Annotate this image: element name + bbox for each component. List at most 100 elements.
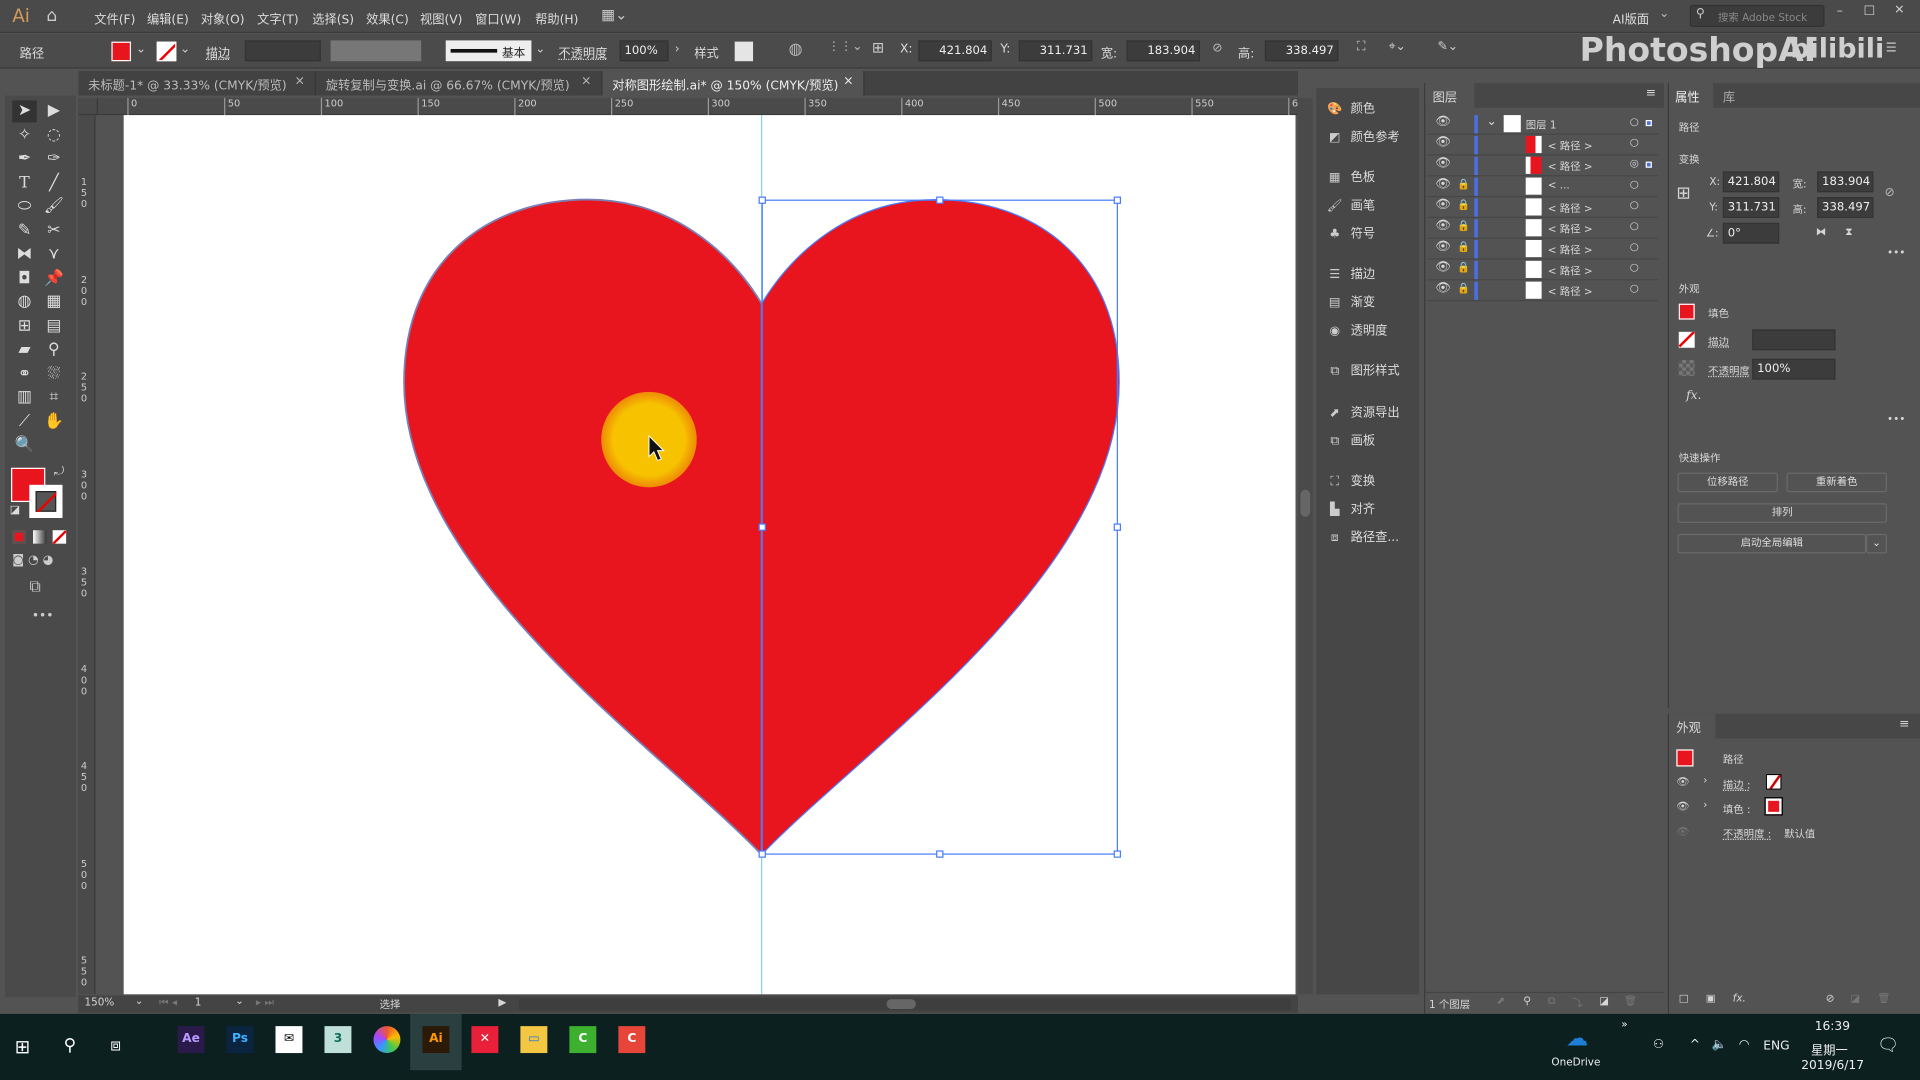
more-options-icon[interactable]: ••• [1887, 247, 1905, 259]
opacity-input[interactable]: 100% [1752, 359, 1835, 380]
chevron-right-icon[interactable]: › [1703, 775, 1707, 787]
menu-icon[interactable]: ☰ [1886, 42, 1897, 55]
eye-icon[interactable]: 👁 [1435, 282, 1451, 295]
chevron-down-icon[interactable]: ⌄ [135, 996, 144, 1008]
stroke-label[interactable]: 描边 [1708, 334, 1729, 349]
offset-path-button[interactable]: 位移路径 [1678, 473, 1778, 493]
eye-icon[interactable]: 👁 [1435, 115, 1451, 128]
layer-name[interactable]: < 路径 > [1548, 159, 1593, 174]
heart-right-half[interactable] [762, 200, 1120, 855]
recolor-button[interactable]: 重新着色 [1787, 473, 1887, 493]
height-input[interactable]: 338.497 [1817, 197, 1873, 218]
chevron-down-icon[interactable]: ⌄ [235, 996, 244, 1008]
layer-name[interactable]: < 路径 > [1548, 263, 1593, 278]
layer-row[interactable]: 👁 ⌄ 图层 1 ○ [1428, 114, 1658, 135]
stroke-weight-stepper[interactable] [1752, 329, 1835, 350]
eye-icon[interactable]: 👁 [1435, 261, 1451, 274]
reference-point-icon[interactable]: ⊞ [1676, 184, 1690, 204]
layer-name[interactable]: < ... [1548, 180, 1570, 192]
selection-indicator[interactable] [1646, 120, 1652, 126]
dock-item-stroke[interactable]: ☰ 描边 [1326, 263, 1375, 281]
flip-horizontal-icon[interactable]: ⧓ [1816, 227, 1826, 239]
trash-icon[interactable]: 🗑 [1624, 996, 1637, 1008]
dock-item-color-guide[interactable]: ◩ 颜色参考 [1326, 126, 1399, 144]
eye-icon[interactable]: 👁 [1435, 157, 1451, 170]
layer-name[interactable]: < 路径 > [1548, 242, 1593, 257]
heart-left-half[interactable] [404, 200, 762, 855]
dock-item-gradient[interactable]: ▤ 渐变 [1326, 291, 1375, 309]
lock-icon[interactable]: 🔒 [1457, 283, 1470, 295]
tab-properties[interactable]: 属性 [1669, 83, 1713, 107]
dock-item-asset-export[interactable]: ⬈ 资源导出 [1326, 402, 1399, 420]
taskbar-app-ai[interactable]: Ai [422, 1026, 449, 1053]
onedrive-label[interactable]: OneDrive [1551, 1057, 1600, 1069]
layer-row[interactable]: 👁 🔒 < 路径 > ○ [1428, 260, 1658, 281]
fx-button[interactable]: fx. [1686, 389, 1701, 402]
chevron-down-icon[interactable]: ⌄ [1866, 534, 1887, 554]
target-circle-icon[interactable]: ○ [1630, 241, 1639, 253]
target-circle-icon[interactable]: ○ [1630, 200, 1639, 212]
flip-vertical-icon[interactable]: ⧗ [1845, 227, 1852, 239]
fill-swatch[interactable] [1679, 304, 1695, 320]
tab-layers[interactable]: 图层 [1425, 83, 1474, 107]
stock-search-input[interactable]: ⚲ 搜索 Adobe Stock [1690, 5, 1825, 27]
taskbar-app-ps[interactable]: Ps [227, 1026, 254, 1053]
more-options-icon[interactable]: ••• [1887, 414, 1905, 426]
edit-icon[interactable]: ✎⌄ [1438, 40, 1459, 53]
layer-name[interactable]: < 路径 > [1548, 138, 1593, 153]
eye-icon[interactable]: 👁 [1435, 178, 1451, 191]
tab-libraries[interactable]: 库 [1723, 87, 1735, 105]
selection-indicator[interactable] [1646, 162, 1652, 168]
arrange-button[interactable]: 排列 [1678, 503, 1887, 523]
fill-swatch[interactable] [1766, 798, 1782, 814]
current-tool-status[interactable]: 选择 [380, 997, 401, 1012]
action-center-icon[interactable]: 🗨 [1877, 1036, 1899, 1056]
dock-item-transform[interactable]: ⛶ 变换 [1326, 470, 1375, 488]
target-circle-icon[interactable]: ○ [1630, 262, 1639, 274]
dock-item-brushes[interactable]: 🖌 画笔 [1326, 195, 1375, 213]
dock-item-swatches[interactable]: ▦ 色板 [1326, 167, 1375, 185]
people-icon[interactable]: ⚇ [1653, 1038, 1664, 1051]
target-circle-icon[interactable]: ◎ [1630, 158, 1639, 170]
search-icon[interactable]: ⚲ [64, 1036, 77, 1056]
taskbar-app-ae[interactable]: Ae [178, 1026, 205, 1053]
opacity-attribute[interactable]: 不透明度 : [1723, 827, 1771, 842]
layer-name[interactable]: < 路径 > [1548, 201, 1593, 216]
transform-icon[interactable]: ⛶ [1357, 40, 1366, 53]
dock-item-transparency[interactable]: ◉ 透明度 [1326, 320, 1387, 338]
target-circle-icon[interactable]: ○ [1630, 137, 1639, 149]
tab-appearance[interactable]: 外观 [1669, 714, 1716, 738]
layer-name[interactable]: < 路径 > [1548, 284, 1593, 299]
dock-item-pathfinder[interactable]: ⧈ 路径查... [1326, 527, 1399, 545]
lock-icon[interactable]: 🔒 [1457, 262, 1470, 274]
target-circle-icon[interactable]: ○ [1630, 220, 1639, 232]
add-stroke-icon[interactable]: □ [1679, 993, 1689, 1005]
workspace-switcher[interactable]: AI版面 [1613, 9, 1649, 27]
dock-item-palette[interactable]: 🎨 颜色 [1326, 98, 1375, 116]
taskbar-app-browser[interactable] [373, 1026, 400, 1053]
chevron-down-icon[interactable]: ⌄ [1487, 115, 1497, 128]
taskbar-app-camtasia2[interactable]: C [618, 1026, 645, 1053]
new-sublayer-icon[interactable]: ⤵ [1572, 996, 1582, 1011]
status-menu-arrow[interactable]: ▶ [498, 997, 506, 1009]
isolate-icon[interactable]: ⌖⌄ [1389, 40, 1406, 53]
artwork[interactable] [0, 0, 1298, 994]
next-artboard-button[interactable]: ▸ ⏭ [256, 997, 274, 1009]
clipping-mask-icon[interactable]: ⧉ [1548, 996, 1555, 1008]
clock-weekday[interactable]: 星期一 [1811, 1040, 1848, 1058]
x-input[interactable]: 421.804 [1723, 171, 1779, 192]
clear-appearance-icon[interactable]: ⊘ [1826, 993, 1835, 1005]
stroke-swatch[interactable] [1679, 332, 1695, 348]
input-language[interactable]: ENG [1763, 1040, 1789, 1053]
target-circle-icon[interactable]: ○ [1630, 179, 1639, 191]
maximize-button[interactable]: □ [1864, 4, 1876, 17]
volume-icon[interactable]: 🔈 [1712, 1038, 1727, 1051]
target-circle-icon[interactable]: ○ [1630, 283, 1639, 295]
eye-icon[interactable]: 👁 [1435, 198, 1451, 211]
layer-row[interactable]: 👁 < 路径 > ○ [1428, 135, 1658, 156]
task-view-icon[interactable]: ⧈ [110, 1036, 121, 1056]
dock-item-artboards[interactable]: ⧉ 画板 [1326, 430, 1375, 448]
layer-row[interactable]: 👁 🔒 < ... ○ [1428, 176, 1658, 197]
eye-icon[interactable]: 👁 [1435, 240, 1451, 253]
dock-item-align[interactable]: ▙ 对齐 [1326, 498, 1375, 516]
